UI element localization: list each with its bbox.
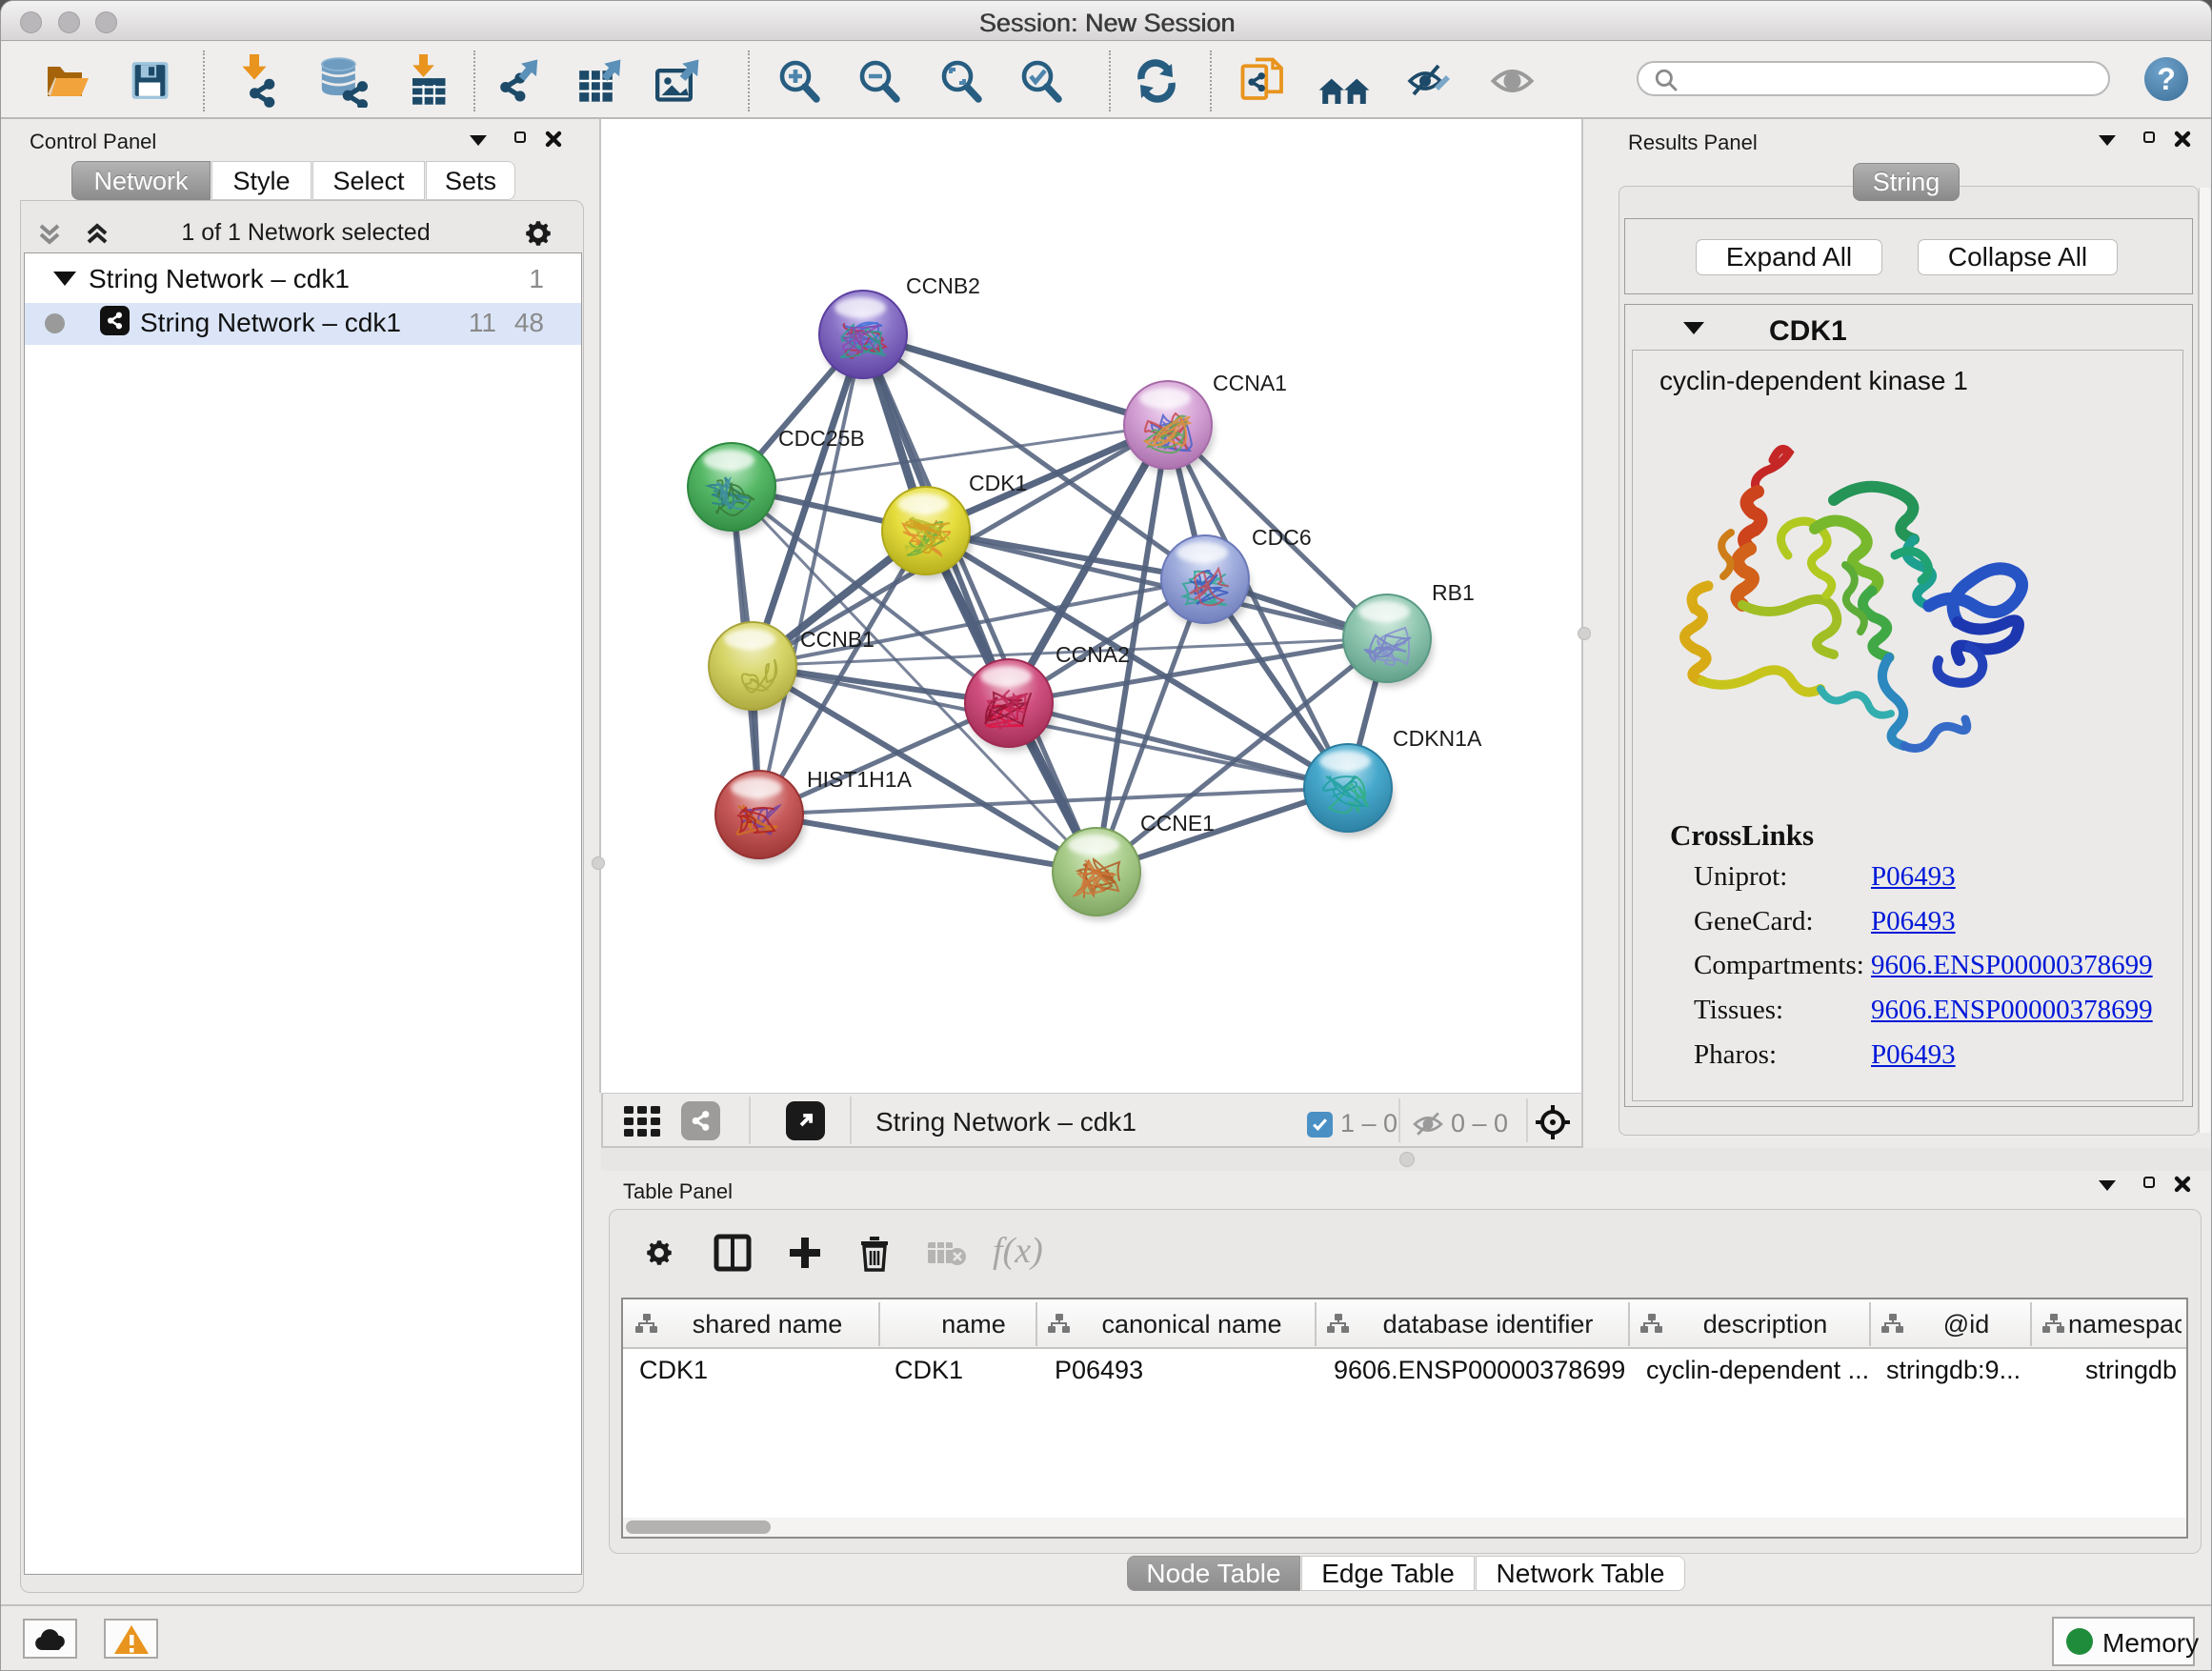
svg-text:RB1: RB1: [1432, 580, 1475, 605]
svg-text:CDC25B: CDC25B: [778, 426, 865, 451]
svg-text:HIST1H1A: HIST1H1A: [807, 767, 913, 792]
svg-text:CDK1: CDK1: [969, 471, 1027, 495]
svg-text:CCNB1: CCNB1: [800, 627, 875, 652]
svg-text:CCNB2: CCNB2: [906, 273, 980, 298]
svg-text:CCNE1: CCNE1: [1140, 811, 1215, 836]
svg-text:CDKN1A: CDKN1A: [1393, 726, 1482, 751]
svg-text:CCNA2: CCNA2: [1056, 642, 1130, 667]
svg-text:CCNA1: CCNA1: [1213, 371, 1287, 395]
svg-text:CDC6: CDC6: [1252, 525, 1312, 550]
